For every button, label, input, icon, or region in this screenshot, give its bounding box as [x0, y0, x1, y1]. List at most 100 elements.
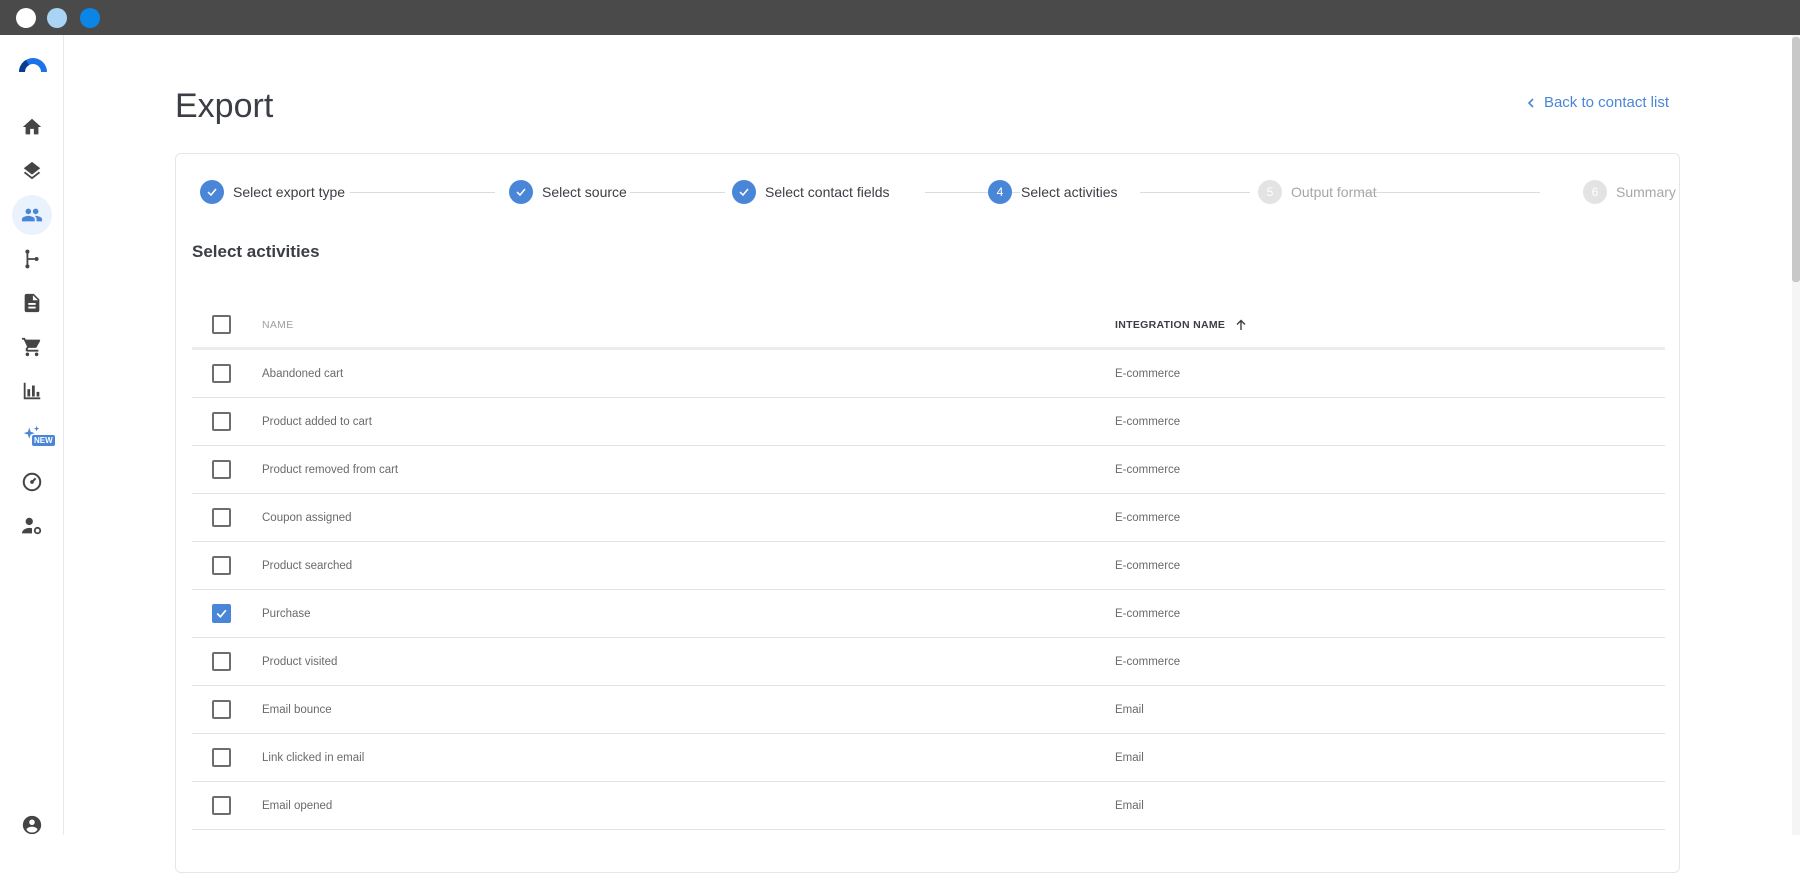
row-checkbox[interactable]: [212, 460, 231, 479]
table-row[interactable]: Purchase E-commerce: [192, 590, 1665, 638]
row-checkbox[interactable]: [212, 748, 231, 767]
document-icon: [24, 293, 40, 313]
sidebar-item-ai[interactable]: NEW: [12, 415, 55, 455]
scrollbar-thumb[interactable]: [1792, 37, 1800, 282]
step-connector: [630, 192, 725, 193]
sidebar-item-user-settings[interactable]: [12, 506, 52, 546]
step-output-format[interactable]: 5 Output format: [1258, 180, 1377, 204]
table-row[interactable]: Email bounce Email: [192, 686, 1665, 734]
window-maximize-button[interactable]: [80, 8, 100, 28]
activity-name: Product visited: [262, 655, 338, 668]
stepper: Select export type Select source Select …: [200, 180, 1676, 206]
chevron-left-icon: [1527, 97, 1534, 108]
integration-name: E-commerce: [1115, 463, 1181, 476]
sidebar-item-ecommerce[interactable]: [12, 327, 52, 367]
row-checkbox[interactable]: [212, 652, 231, 671]
sidebar: NEW: [0, 35, 64, 835]
row-checkbox[interactable]: [212, 412, 231, 431]
table-row[interactable]: Product added to cart E-commerce: [192, 398, 1665, 446]
sidebar-item-account[interactable]: [12, 805, 52, 845]
sidebar-item-dashboard[interactable]: [12, 462, 52, 502]
row-checkbox[interactable]: [212, 364, 231, 383]
account-icon: [22, 815, 42, 835]
activity-name: Coupon assigned: [262, 511, 352, 524]
step-connector: [350, 192, 495, 193]
table-body: Abandoned cart E-commerce Product added to…: [192, 350, 1665, 830]
check-icon: [732, 180, 756, 204]
export-wizard-card: Select export type Select source Select …: [175, 153, 1680, 873]
step-label: Output format: [1291, 184, 1377, 200]
page-title: Export: [175, 87, 274, 125]
integration-name: E-commerce: [1115, 415, 1181, 428]
activity-name: Product removed from cart: [262, 463, 399, 476]
step-number: 4: [988, 180, 1012, 204]
sidebar-item-home[interactable]: [12, 107, 52, 147]
column-header-integration[interactable]: INTEGRATION NAME: [1115, 319, 1247, 331]
table-header: NAME INTEGRATION NAME: [192, 302, 1665, 350]
row-checkbox[interactable]: [212, 508, 231, 527]
step-summary[interactable]: 6 Summary: [1583, 180, 1676, 204]
row-checkbox[interactable]: [212, 796, 231, 815]
back-link-label: Back to contact list: [1543, 94, 1669, 111]
automation-icon: [25, 249, 39, 269]
sort-ascending-icon: [1236, 319, 1246, 330]
layers-icon: [23, 161, 41, 180]
back-to-contact-list-link[interactable]: Back to contact list: [1526, 94, 1669, 111]
activities-table: NAME INTEGRATION NAME Abandoned cart E-co…: [192, 302, 1665, 830]
step-label: Select activities: [1021, 184, 1118, 200]
sidebar-item-contacts[interactable]: [12, 195, 52, 235]
step-label: Select contact fields: [765, 184, 890, 200]
integration-name: Email: [1115, 703, 1144, 716]
step-select-activities[interactable]: 4 Select activities: [988, 180, 1117, 204]
table-row[interactable]: Link clicked in email Email: [192, 734, 1665, 782]
step-connector: [1360, 192, 1540, 193]
table-row[interactable]: Product searched E-commerce: [192, 542, 1665, 590]
table-row[interactable]: Product removed from cart E-commerce: [192, 446, 1665, 494]
cart-icon: [21, 337, 41, 357]
integration-name: Email: [1115, 751, 1144, 764]
page-scrollbar[interactable]: [1792, 35, 1800, 835]
step-number: 5: [1258, 180, 1282, 204]
select-all-checkbox[interactable]: [212, 315, 231, 334]
check-icon: [200, 180, 224, 204]
bar-chart-icon: [23, 382, 41, 400]
window-close-button[interactable]: [16, 8, 36, 28]
step-label: Select export type: [233, 184, 346, 200]
sidebar-item-analytics[interactable]: [12, 371, 52, 411]
table-row[interactable]: Abandoned cart E-commerce: [192, 350, 1665, 398]
step-select-contact-fields[interactable]: Select contact fields: [732, 180, 890, 204]
main-content: Export Back to contact list Select expor…: [64, 35, 1800, 873]
activity-name: Link clicked in email: [262, 751, 365, 764]
sidebar-item-automation[interactable]: [12, 239, 52, 279]
contacts-icon: [21, 208, 43, 222]
activity-name: Purchase: [262, 607, 311, 620]
table-row[interactable]: Product visited E-commerce: [192, 638, 1665, 686]
new-badge: NEW: [32, 435, 55, 446]
step-connector: [1140, 192, 1250, 193]
brand-logo-icon[interactable]: [17, 55, 49, 73]
check-icon: [216, 609, 227, 619]
column-header-name[interactable]: NAME: [262, 319, 294, 331]
table-row[interactable]: Coupon assigned E-commerce: [192, 494, 1665, 542]
section-title: Select activities: [192, 242, 320, 261]
row-checkbox[interactable]: [212, 604, 231, 623]
row-checkbox[interactable]: [212, 700, 231, 719]
integration-name: Email: [1115, 799, 1144, 812]
integration-name: E-commerce: [1115, 559, 1181, 572]
step-label: Summary: [1616, 184, 1676, 200]
integration-name: E-commerce: [1115, 607, 1181, 620]
sidebar-item-documents[interactable]: [12, 283, 52, 323]
table-row[interactable]: Email opened Email: [192, 782, 1665, 830]
step-label: Select source: [542, 184, 627, 200]
row-checkbox[interactable]: [212, 556, 231, 575]
step-select-export-type[interactable]: Select export type: [200, 180, 345, 204]
integration-name: E-commerce: [1115, 511, 1181, 524]
user-settings-icon: [21, 517, 42, 535]
integration-name: E-commerce: [1115, 655, 1181, 668]
home-icon: [22, 118, 42, 135]
window-minimize-button[interactable]: [47, 8, 67, 28]
activity-name: Email opened: [262, 799, 333, 812]
column-header-integration-label: INTEGRATION NAME: [1115, 318, 1226, 331]
step-select-source[interactable]: Select source: [509, 180, 627, 204]
sidebar-item-layers[interactable]: [12, 151, 52, 191]
